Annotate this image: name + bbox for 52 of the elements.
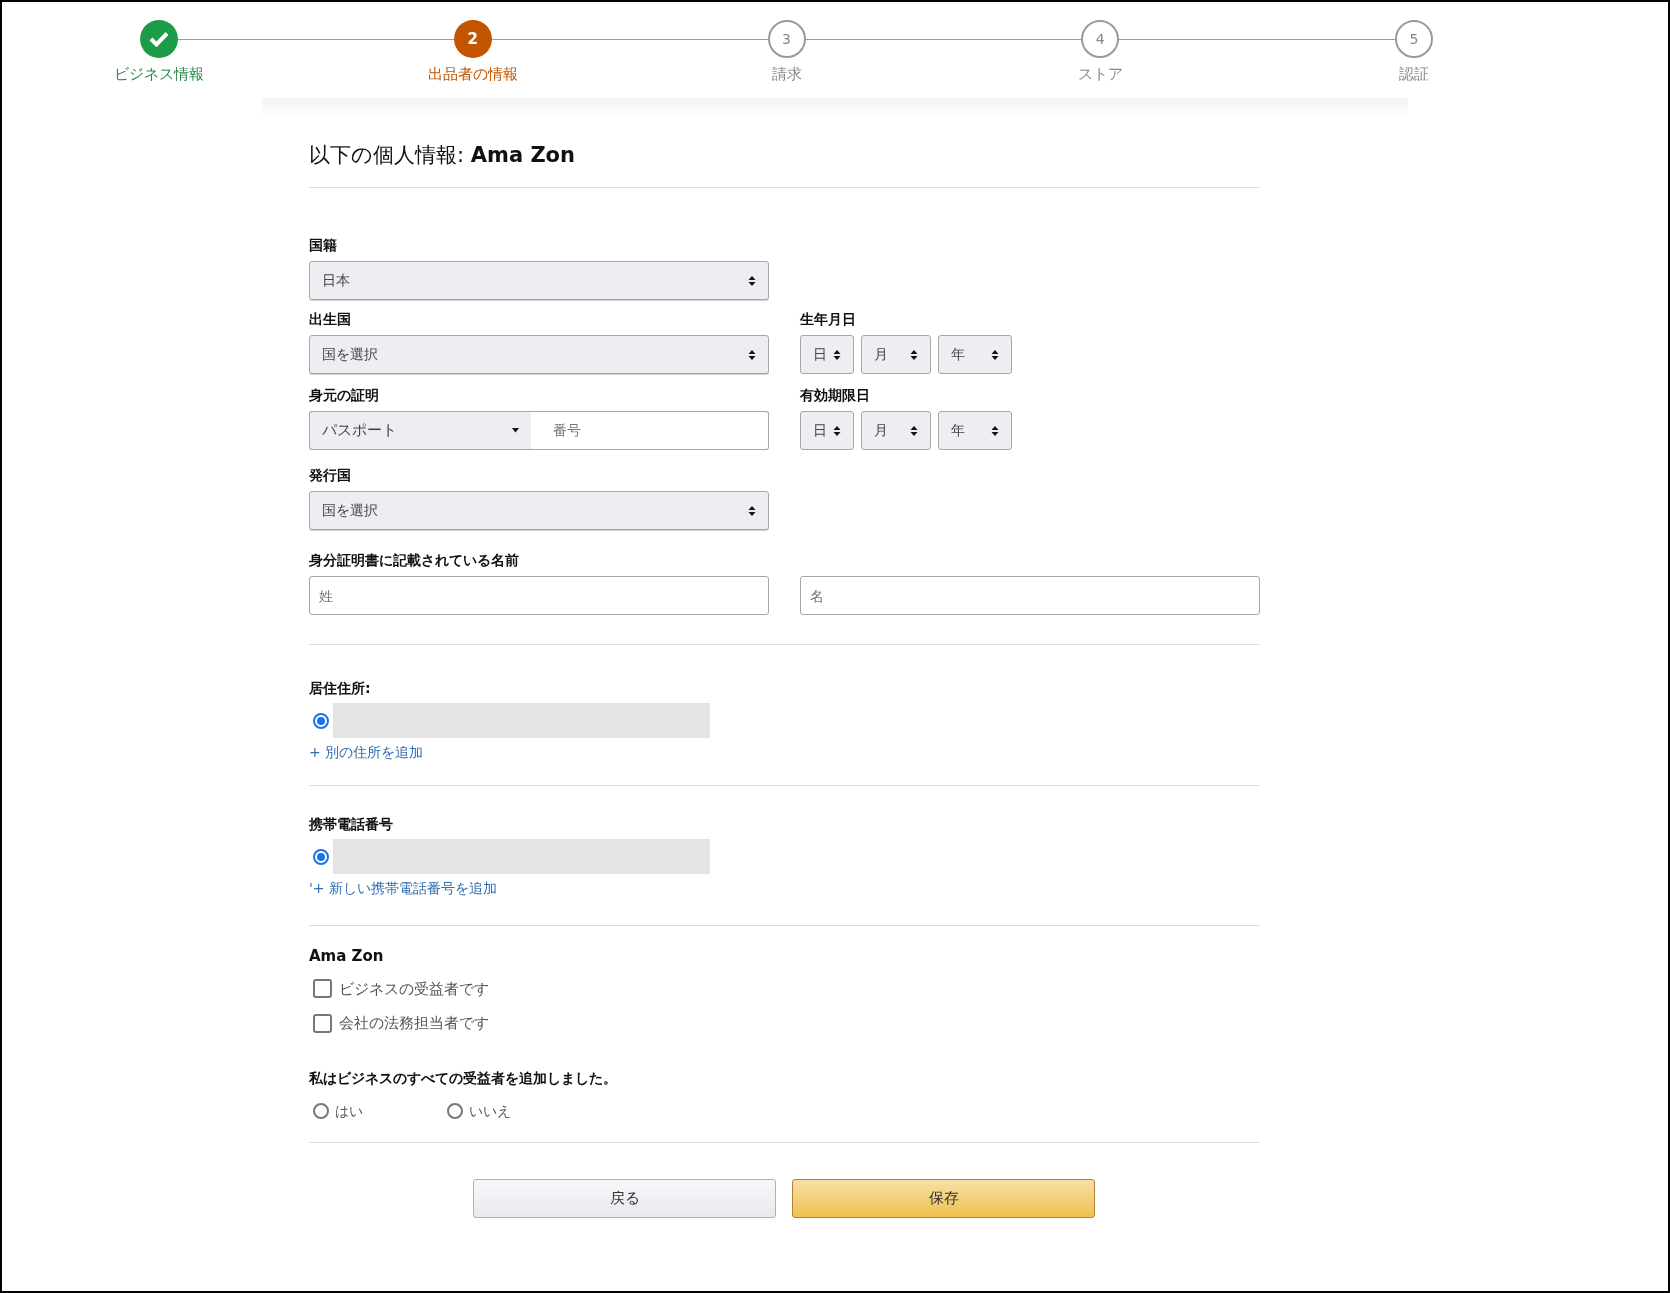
question-label: 私はビジネスのすべての受益者を追加しました。 <box>309 1068 618 1088</box>
dropdown-arrow-icon <box>991 348 999 361</box>
radio-button[interactable] <box>313 848 329 865</box>
select-field[interactable]: 日 <box>800 335 854 374</box>
select-field[interactable]: 月 <box>861 411 931 450</box>
select-field[interactable]: 年 <box>938 411 1012 450</box>
select-field[interactable]: 国を選択 <box>309 491 769 530</box>
add-link[interactable]: + 別の住所を追加 <box>309 742 424 763</box>
person-name: Ama Zon <box>309 946 385 967</box>
dropdown-arrow-icon <box>991 424 999 437</box>
dropdown-arrow-icon <box>910 424 918 437</box>
step-label: ストア <box>1077 64 1123 85</box>
step-label: ビジネス情報 <box>114 64 204 85</box>
field-label: 居住住所: <box>309 679 372 698</box>
check-icon <box>149 31 169 47</box>
radio-label: はい <box>335 1101 363 1121</box>
last-name-input[interactable]: 姓 <box>309 576 769 615</box>
field-label: 身分証明書に記載されている名前 <box>309 551 520 570</box>
checkbox-label: 会社の法務担当者です <box>339 1013 489 1034</box>
page-title: 以下の個人情報: Ama Zon <box>309 141 576 169</box>
select-field[interactable]: 月 <box>861 335 931 374</box>
dropdown-arrow-icon <box>748 504 756 517</box>
field-label: 身元の証明 <box>309 386 380 405</box>
field-label: 出生国 <box>309 310 352 329</box>
dropdown-arrow-icon <box>833 424 841 437</box>
field-label: 有効期限日 <box>800 386 871 405</box>
field-label: 携帯電話番号 <box>309 815 394 834</box>
step-label: 請求 <box>771 64 802 85</box>
radio-label: いいえ <box>469 1101 511 1121</box>
dropdown-arrow-icon <box>910 348 918 361</box>
field-label: 国籍 <box>309 236 338 255</box>
select-field[interactable]: 日本 <box>309 261 769 300</box>
checkbox-label: ビジネスの受益者です <box>339 978 489 1000</box>
dropdown-arrow-icon <box>833 348 841 361</box>
radio-button[interactable] <box>447 1103 463 1119</box>
back-button[interactable]: 戻る <box>473 1178 776 1218</box>
select-field[interactable]: 年 <box>938 335 1012 374</box>
select-field[interactable]: 国を選択 <box>309 335 769 374</box>
checkbox[interactable] <box>313 1013 332 1033</box>
save-button[interactable]: 保存 <box>792 1178 1095 1218</box>
checkbox[interactable] <box>313 979 332 999</box>
field-label: 生年月日 <box>800 310 857 329</box>
first-name-input[interactable]: 名 <box>800 576 1260 615</box>
select-field[interactable]: 日 <box>800 411 854 450</box>
step-label: 出品者の情報 <box>427 64 518 85</box>
dropdown-arrow-icon <box>748 274 756 287</box>
dropdown-arrow-icon <box>748 348 756 361</box>
radio-button[interactable] <box>313 712 329 729</box>
step-label: 認証 <box>1399 64 1429 85</box>
field-label: 発行国 <box>309 466 352 485</box>
radio-button[interactable] <box>313 1103 329 1119</box>
add-link[interactable]: '+ 新しい携帯電話番号を追加 <box>309 878 498 899</box>
